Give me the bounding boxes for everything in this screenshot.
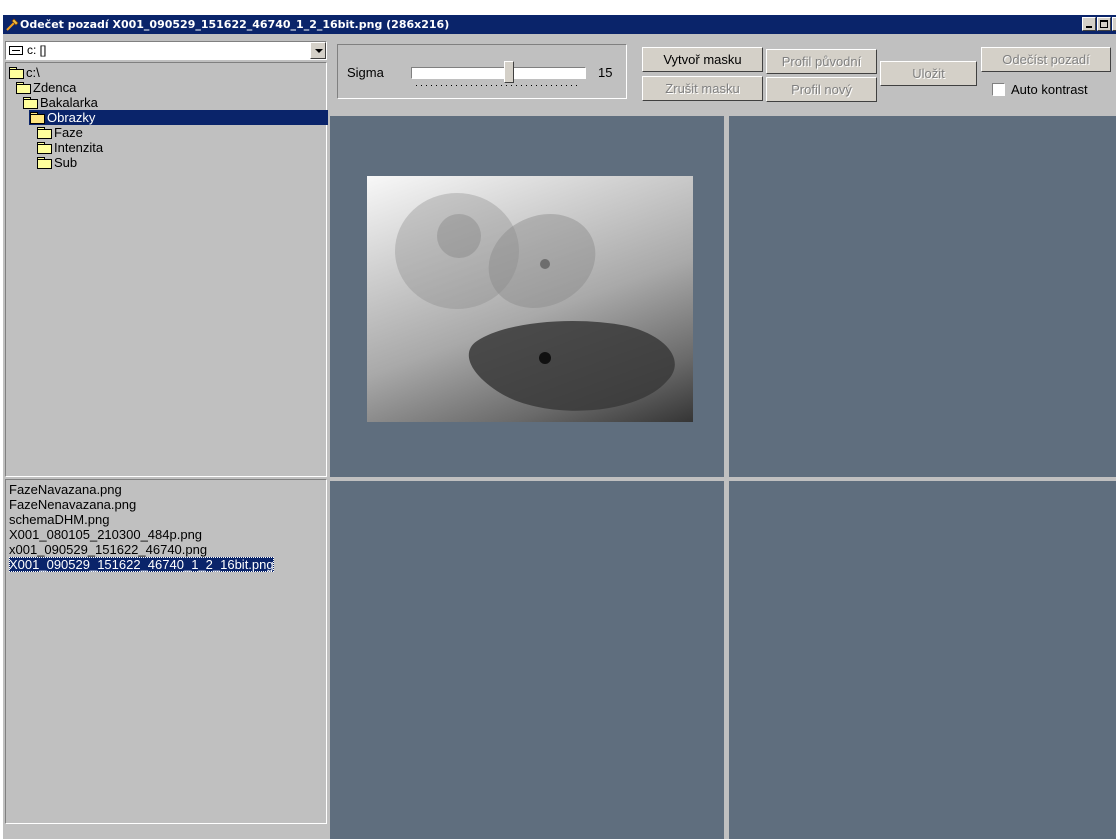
- sigma-slider-thumb[interactable]: [504, 61, 514, 83]
- tree-item-label: Zdenca: [33, 80, 77, 95]
- folder-icon: [15, 82, 31, 94]
- file-list-item[interactable]: FazeNavazana.png: [9, 482, 122, 497]
- title-bar[interactable]: Odečet pozadí X001_090529_151622_46740_1…: [3, 15, 1116, 34]
- tree-item-label: Intenzita: [54, 140, 104, 155]
- tree-item[interactable]: Bakalarka: [22, 95, 100, 110]
- original-profile-button[interactable]: Profil původní: [766, 49, 877, 74]
- file-list-item[interactable]: X001_080105_210300_484p.png: [9, 527, 202, 542]
- tree-item[interactable]: Faze: [36, 125, 85, 140]
- image-panel-original[interactable]: [330, 116, 724, 477]
- app-icon: [6, 18, 19, 31]
- sigma-label: Sigma: [347, 65, 384, 80]
- microscope-image: [367, 176, 693, 422]
- tree-item[interactable]: Sub: [36, 155, 79, 170]
- drive-select-value: c: []: [27, 43, 47, 57]
- folder-icon: [36, 142, 52, 154]
- drive-icon: [9, 46, 23, 55]
- folder-icon: [22, 97, 38, 109]
- subtract-background-button[interactable]: Odečíst pozadí: [981, 47, 1111, 72]
- folder-icon: [36, 127, 52, 139]
- window-title: Odečet pozadí X001_090529_151622_46740_1…: [20, 18, 450, 31]
- tree-item[interactable]: Intenzita: [36, 140, 105, 155]
- sigma-value: 15: [598, 65, 613, 80]
- save-button[interactable]: Uložit: [880, 61, 977, 86]
- image-panel-bottom-right[interactable]: [729, 481, 1116, 839]
- auto-contrast-checkbox[interactable]: [992, 83, 1005, 96]
- cancel-mask-button[interactable]: Zrušit masku: [642, 76, 763, 101]
- file-list-item[interactable]: schemaDHM.png: [9, 512, 109, 527]
- auto-contrast-label: Auto kontrast: [1011, 82, 1088, 97]
- file-list-item[interactable]: X001_090529_151622_46740_1_2_16bit.png: [9, 557, 274, 572]
- sigma-slider-ticks: [416, 85, 581, 86]
- tree-item-label: Obrazky: [47, 110, 96, 125]
- image-panel-bottom-left[interactable]: [330, 481, 724, 839]
- create-mask-button[interactable]: Vytvoř masku: [642, 47, 763, 72]
- maximize-button[interactable]: [1097, 17, 1111, 31]
- directory-tree[interactable]: c:\ Zdenca Bakalarka Obrazky Faze Intenzita Su…: [5, 62, 328, 477]
- folder-icon: [8, 67, 24, 79]
- tree-item-label: Sub: [54, 155, 78, 170]
- sigma-slider-track[interactable]: [411, 67, 586, 79]
- close-button[interactable]: [1112, 17, 1116, 31]
- file-list-item[interactable]: FazeNenavazana.png: [9, 497, 136, 512]
- tree-item-label: Bakalarka: [40, 95, 98, 110]
- folder-icon: [36, 157, 52, 169]
- tree-item[interactable]: Zdenca: [15, 80, 78, 95]
- minimize-button[interactable]: [1082, 17, 1096, 31]
- file-list[interactable]: FazeNavazana.png FazeNenavazana.png schema…: [5, 479, 327, 824]
- tree-item-label: Faze: [54, 125, 83, 140]
- new-profile-button[interactable]: Profil nový: [766, 77, 877, 102]
- sigma-group: Sigma 15: [337, 44, 627, 99]
- chevron-down-icon[interactable]: [310, 42, 326, 59]
- tree-item[interactable]: Obrazky: [29, 110, 328, 125]
- image-panel-top-right[interactable]: [729, 116, 1116, 477]
- tree-item[interactable]: c:\: [8, 65, 42, 80]
- drive-select[interactable]: c: []: [5, 41, 327, 60]
- file-list-item[interactable]: x001_090529_151622_46740.png: [9, 542, 207, 557]
- folder-icon: [29, 112, 45, 124]
- tree-item-label: c:\: [26, 65, 40, 80]
